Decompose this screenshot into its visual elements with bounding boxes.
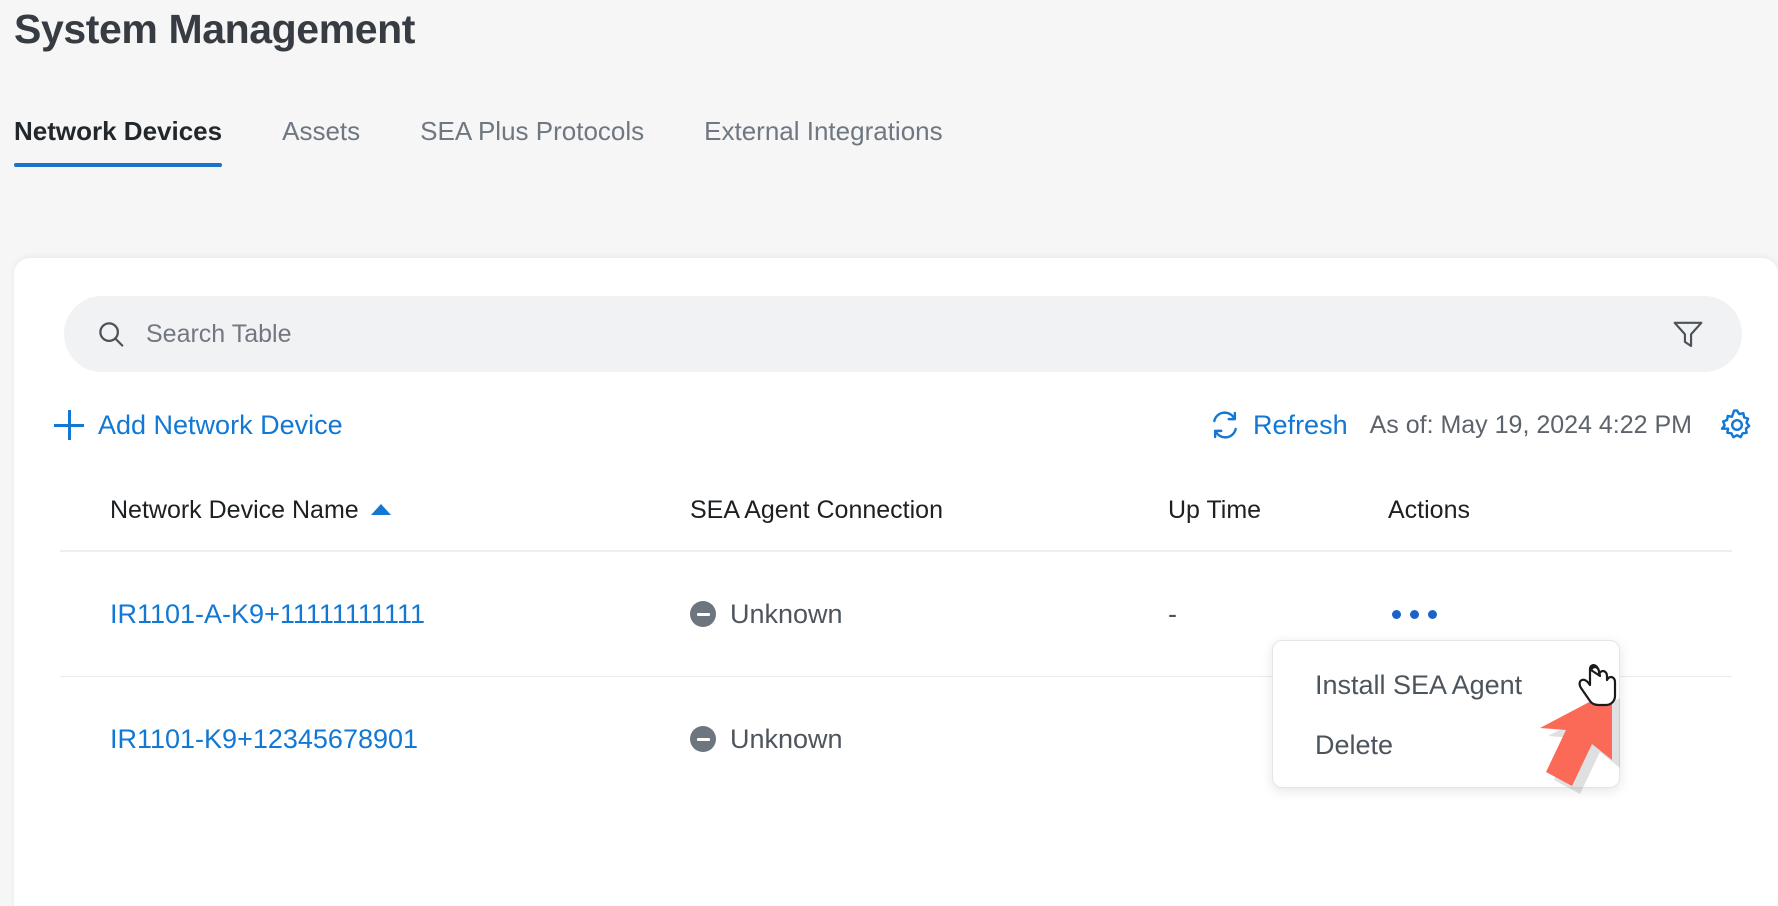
tab-label: External Integrations	[704, 116, 942, 146]
cell-connection-status: Unknown	[690, 552, 843, 676]
device-name-link[interactable]: IR1101-K9+12345678901	[110, 724, 418, 755]
app-root: System Management Network Devices Assets…	[0, 0, 1778, 906]
tab-label: Assets	[282, 116, 360, 146]
search-bar[interactable]	[64, 296, 1742, 372]
kebab-dot	[1410, 610, 1419, 619]
add-network-device-button[interactable]: Add Network Device	[54, 400, 343, 450]
gear-icon[interactable]	[1720, 408, 1754, 442]
status-label: Unknown	[730, 599, 843, 630]
network-devices-card: Add Network Device Refresh As of: May 19…	[14, 258, 1778, 906]
column-header-up-time[interactable]: Up Time	[1168, 496, 1261, 525]
column-header-network-device-name[interactable]: Network Device Name	[110, 496, 391, 525]
tab-assets[interactable]: Assets	[252, 116, 390, 167]
tab-label: SEA Plus Protocols	[420, 116, 644, 146]
menu-item-delete[interactable]: Delete	[1273, 715, 1619, 775]
refresh-icon	[1209, 409, 1241, 441]
table-header-row: Network Device Name SEA Agent Connection…	[60, 476, 1732, 552]
status-unknown-icon	[690, 601, 716, 627]
toolbar-right-group: Refresh As of: May 19, 2024 4:22 PM	[1209, 400, 1754, 450]
kebab-dot	[1392, 610, 1401, 619]
refresh-label: Refresh	[1253, 410, 1348, 441]
tab-label: Network Devices	[14, 116, 222, 146]
kebab-menu-icon[interactable]	[1388, 602, 1441, 627]
column-header-sea-agent-connection[interactable]: SEA Agent Connection	[690, 496, 943, 525]
as-of-timestamp: As of: May 19, 2024 4:22 PM	[1370, 411, 1692, 440]
cell-device-name: IR1101-A-K9+11111111111	[110, 552, 425, 676]
cell-up-time: -	[1168, 552, 1177, 676]
column-label: SEA Agent Connection	[690, 496, 943, 524]
refresh-button[interactable]: Refresh	[1209, 409, 1348, 441]
menu-item-label: Install SEA Agent	[1315, 670, 1522, 701]
table-toolbar: Add Network Device Refresh As of: May 19…	[14, 400, 1778, 464]
cell-connection-status: Unknown	[690, 677, 843, 801]
sort-ascending-icon	[371, 504, 391, 515]
column-label: Network Device Name	[110, 496, 359, 525]
menu-item-label: Delete	[1315, 730, 1393, 761]
tab-network-devices[interactable]: Network Devices	[14, 116, 252, 167]
row-context-menu: Install SEA Agent Delete	[1272, 640, 1620, 788]
status-label: Unknown	[730, 724, 843, 755]
device-name-link[interactable]: IR1101-A-K9+11111111111	[110, 599, 425, 630]
column-header-actions: Actions	[1388, 496, 1470, 525]
plus-icon	[54, 410, 84, 440]
cell-device-name: IR1101-K9+12345678901	[110, 677, 418, 801]
column-label: Up Time	[1168, 496, 1261, 524]
page-title: System Management	[14, 6, 415, 53]
search-input[interactable]	[146, 320, 1672, 349]
tab-external-integrations[interactable]: External Integrations	[674, 116, 972, 167]
status-unknown-icon	[690, 726, 716, 752]
add-network-device-label: Add Network Device	[98, 410, 343, 441]
tab-bar: Network Devices Assets SEA Plus Protocol…	[14, 116, 973, 167]
search-icon	[96, 319, 126, 349]
menu-item-install-sea-agent[interactable]: Install SEA Agent	[1273, 655, 1619, 715]
column-label: Actions	[1388, 496, 1470, 524]
tab-sea-plus-protocols[interactable]: SEA Plus Protocols	[390, 116, 674, 167]
filter-icon[interactable]	[1672, 320, 1704, 348]
kebab-dot	[1428, 610, 1437, 619]
